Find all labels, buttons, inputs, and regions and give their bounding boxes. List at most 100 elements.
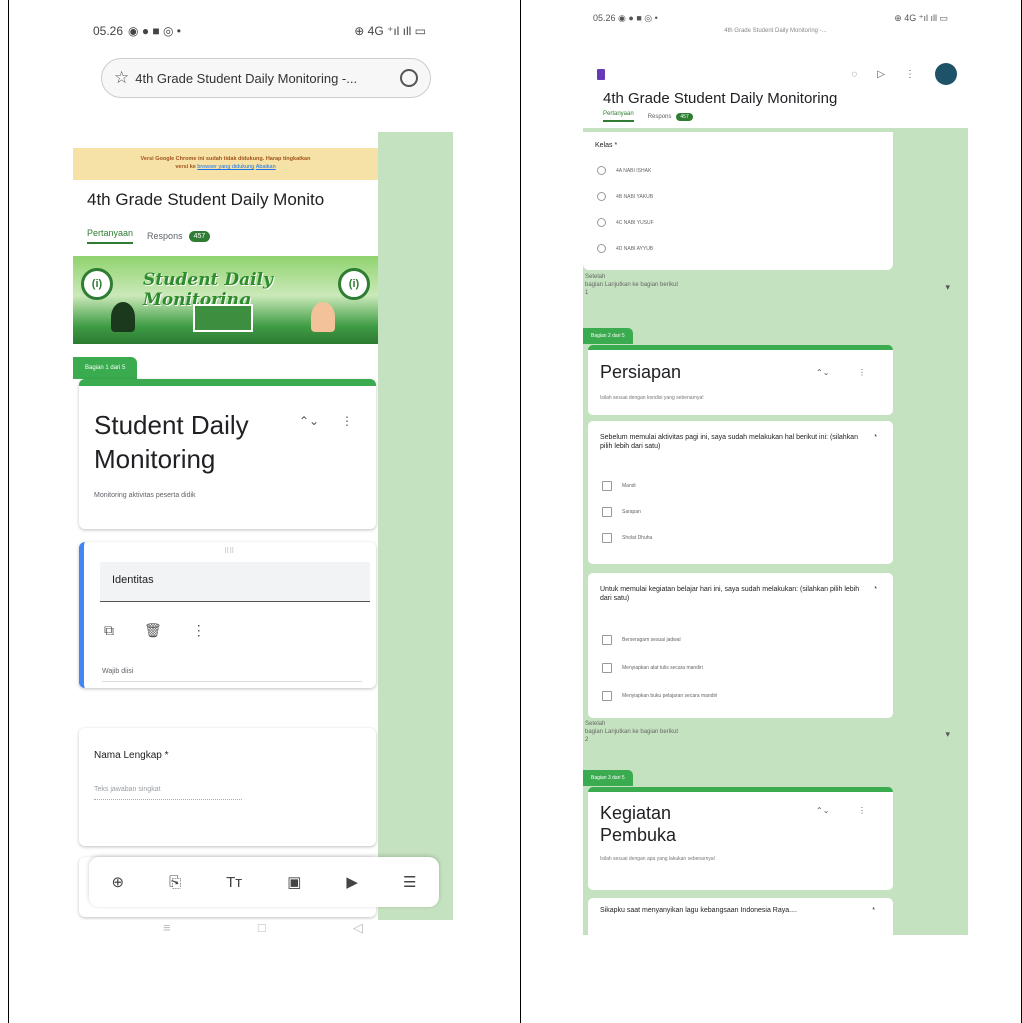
checkbox-option[interactable]: Mandi (602, 481, 636, 491)
section-label: Bagian 2 dari 5 (583, 328, 633, 344)
question-label: Sikapku saat menyanyikan lagu kebangsaan… (600, 907, 797, 914)
add-video-icon[interactable]: ▶ (346, 873, 358, 891)
palette-icon[interactable]: ◌ (851, 69, 857, 80)
avatar[interactable] (935, 63, 957, 85)
menu-icon[interactable]: ≡ (163, 920, 171, 936)
address-bar[interactable]: ☆ 4th Grade Student Daily Monitoring -..… (101, 58, 431, 98)
delete-icon[interactable]: 🗑 (144, 622, 162, 639)
checkbox-option[interactable]: Menyiapkan alat tulis secara mandiri (602, 663, 703, 673)
form-header-card[interactable]: Student Daily Monitoring ⌃⌄ ⋮ Monitoring… (79, 379, 376, 529)
checkbox-option[interactable]: Sholat Dhuha (602, 533, 652, 543)
star-icon[interactable]: ☆ (114, 68, 129, 88)
after-section-nav[interactable]: Setelah bagian Lanjutkan ke bagian berik… (583, 274, 968, 297)
banner-figure-right (311, 302, 335, 332)
more-icon[interactable]: ⋮ (341, 414, 353, 428)
tab-responses[interactable]: Respons (147, 231, 183, 241)
option-label: Menyiapkan buku pelajaran secara mandiri (622, 693, 718, 699)
header-banner-image: (i) Student Daily Monitoring (i) (73, 256, 378, 344)
dropdown-arrow-icon[interactable]: ▾ (945, 282, 950, 294)
duplicate-icon[interactable]: ⧉ (104, 622, 114, 639)
form-tabs: Pertanyaan Respons 457 (603, 111, 693, 122)
radio-option[interactable]: 4A NABI ISHAK (597, 166, 651, 175)
warning-line: Versi Google Chrome ini sudah tidak didu… (140, 156, 311, 162)
option-label: Sarapan (622, 509, 641, 515)
tab-questions[interactable]: Pertanyaan (603, 111, 634, 122)
add-question-icon[interactable]: ⊕ (112, 873, 125, 891)
checkbox-icon[interactable] (602, 663, 612, 673)
section-description: Isilah sesuai dengan apa yang lakukan se… (600, 856, 716, 862)
checkbox-icon[interactable] (602, 691, 612, 701)
after-section-action: bagian Lanjutkan ke bagian berikut (585, 728, 679, 735)
radio-option[interactable]: 4C NABI YUSUF (597, 218, 654, 227)
kelas-question-card[interactable]: Kelas * 4A NABI ISHAK 4B NABI YAKUB 4C N… (583, 132, 893, 270)
checkbox-icon[interactable] (602, 481, 612, 491)
school-logo-left: (i) (81, 268, 113, 300)
tab-questions[interactable]: Pertanyaan (87, 228, 134, 244)
collapse-icon[interactable]: ⌃⌄ (816, 806, 829, 815)
checkbox-option[interactable]: Sarapan (602, 507, 641, 517)
radio-icon[interactable] (597, 192, 606, 201)
android-nav-bar: ≡ □ ◁ (163, 920, 363, 936)
card-tools: ⧉ 🗑 ⋮ (104, 622, 206, 639)
form-title: 4th Grade Student Daily Monito (87, 190, 325, 209)
option-label: Menyiapkan alat tulis secara mandiri (622, 665, 703, 671)
after-section-number: 2 (585, 736, 589, 743)
app-header: 05.26 ◉ ● ■ ◎ • ⊕ 4G ⁺ıl ıll ▭ 4th Grade… (583, 10, 968, 128)
add-title-icon[interactable]: Tт (226, 874, 242, 891)
back-icon[interactable]: ◁ (353, 920, 363, 936)
name-question-card[interactable]: Nama Lengkap * Teks jawaban singkat (79, 728, 376, 846)
status-bar: 05.26 ◉ ● ■ ◎ • ⊕ 4G ⁺ıl ıll ▭ (593, 13, 948, 24)
question-label: Sebelum memulai aktivitas pagi ini, saya… (600, 434, 858, 451)
home-icon[interactable]: □ (258, 920, 266, 936)
status-bar: 05.26 ◉ ● ■ ◎ • ⊕ 4G ⁺ıl ıll ▭ (93, 24, 431, 44)
radio-option[interactable]: 4D NABI AYYUB (597, 244, 653, 253)
identity-question-card[interactable]: ⠿⠿ Identitas ⧉ 🗑 ⋮ Wajib diisi (79, 542, 376, 688)
checkbox-icon[interactable] (602, 507, 612, 517)
section-title: Persiapan (600, 362, 682, 382)
section-description: Monitoring aktivitas peserta didik (94, 492, 196, 499)
checkbox-option[interactable]: Menyiapkan buku pelajaran secara mandiri (602, 691, 717, 701)
required-star: * (872, 907, 875, 914)
pembuka-section-card[interactable]: Kegiatan Pembuka ⌃⌄ ⋮ Isilah sesuai deng… (588, 787, 893, 890)
add-section-icon[interactable]: ☰ (403, 873, 416, 891)
checkbox-option[interactable]: Berseragam sesuai jadwal (602, 635, 681, 645)
section-title: Kegiatan Pembuka (600, 803, 677, 845)
status-icons: ◉ ● ■ ◎ • (128, 24, 182, 38)
reload-icon[interactable] (400, 69, 418, 87)
add-image-icon[interactable]: ▣ (287, 873, 301, 891)
question-card[interactable]: Sikapku saat menyanyikan lagu kebangsaan… (588, 898, 893, 935)
collapse-icon[interactable]: ⌃⌄ (816, 368, 829, 377)
send-icon[interactable]: ▷ (877, 69, 885, 80)
dropdown-arrow-icon[interactable]: ▾ (945, 729, 950, 741)
checkbox-icon[interactable] (602, 635, 612, 645)
more-icon[interactable]: ⋮ (858, 368, 866, 377)
import-questions-icon[interactable]: ⎘ (169, 874, 181, 891)
tab-responses[interactable]: Respons (648, 114, 672, 120)
collapse-icon[interactable]: ⌃⌄ (299, 414, 319, 428)
dismiss-link[interactable]: Abaikan (256, 164, 276, 170)
question-text: Sikapku saat menyanyikan lagu kebangsaan… (600, 906, 875, 915)
identity-field[interactable]: Identitas (100, 562, 370, 602)
persiapan-section-card[interactable]: Persiapan ⌃⌄ ⋮ Isilah sesuai dengan kond… (588, 345, 893, 415)
radio-option[interactable]: 4B NABI YAKUB (597, 192, 653, 201)
more-icon[interactable]: ⋮ (858, 806, 866, 815)
option-label: Mandi (622, 483, 636, 489)
status-time: 05.26 (593, 13, 616, 23)
supported-browser-link[interactable]: browser yang didukung (197, 164, 254, 170)
question-text: Sebelum memulai aktivitas pagi ini, saya… (600, 433, 877, 452)
more-icon[interactable]: ⋮ (905, 69, 915, 80)
more-icon[interactable]: ⋮ (192, 622, 206, 639)
right-phone: 05.26 ◉ ● ■ ◎ • ⊕ 4G ⁺ıl ıll ▭ 4th Grade… (583, 10, 968, 935)
option-label: 4D NABI AYYUB (616, 245, 654, 252)
after-section-nav[interactable]: Setelah bagian Lanjutkan ke bagian berik… (583, 721, 968, 744)
radio-icon[interactable] (597, 218, 606, 227)
editor-toolbar: ⊕ ⎘ Tт ▣ ▶ ☰ (89, 857, 439, 907)
form-toolbar: ◌ ▷ ⋮ (597, 63, 957, 85)
drag-handle-icon[interactable]: ⠿⠿ (224, 547, 234, 555)
question-card[interactable]: Sebelum memulai aktivitas pagi ini, saya… (588, 421, 893, 564)
signal-icons: ⊕ 4G ⁺ıl ıll ▭ (894, 13, 948, 23)
question-card[interactable]: Untuk memulai kegiatan belajar hari ini,… (588, 573, 893, 718)
radio-icon[interactable] (597, 166, 606, 175)
checkbox-icon[interactable] (602, 533, 612, 543)
radio-icon[interactable] (597, 244, 606, 253)
